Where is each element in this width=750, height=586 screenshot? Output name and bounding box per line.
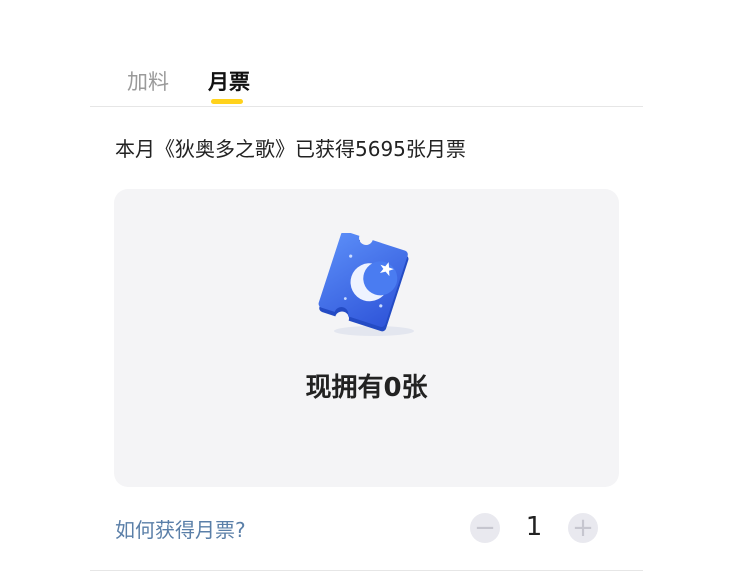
- tab-monthly-ticket[interactable]: 月票: [208, 66, 250, 96]
- increment-button[interactable]: +: [568, 513, 598, 543]
- monthly-ticket-summary: 本月《狄奥多之歌》已获得5695张月票: [115, 137, 466, 161]
- tab-bar: 加料 月票: [90, 52, 643, 107]
- owned-count: 现拥有0张: [305, 373, 428, 403]
- ticket-card: 现拥有0张: [114, 189, 619, 487]
- divider: [90, 570, 643, 571]
- decrement-button[interactable]: −: [470, 513, 500, 543]
- quantity-value: 1: [525, 512, 543, 542]
- moon-ticket-icon: [318, 233, 414, 336]
- tab-add[interactable]: 加料: [127, 66, 169, 96]
- how-to-get-link[interactable]: 如何获得月票?: [115, 514, 246, 543]
- active-tab-indicator: [211, 99, 243, 104]
